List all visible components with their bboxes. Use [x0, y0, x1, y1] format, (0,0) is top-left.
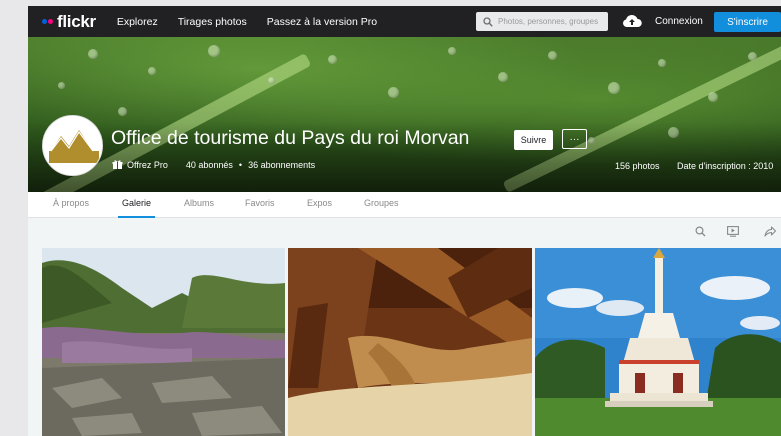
- more-options-button[interactable]: ···: [562, 129, 587, 149]
- gift-pro-link[interactable]: Offrez Pro: [127, 160, 168, 170]
- join-date: Date d'inscription : 2010: [677, 161, 774, 171]
- photo-wooden-beams: [288, 248, 532, 436]
- water-drop: [498, 72, 508, 82]
- search-box[interactable]: [476, 12, 608, 31]
- water-drop: [748, 52, 757, 61]
- signup-button[interactable]: S'inscrire: [714, 12, 781, 32]
- flickr-logo[interactable]: flickr: [42, 12, 96, 32]
- search-icon: [483, 16, 493, 27]
- profile-tabs: À propos Galerie Albums Favoris Expos Gr…: [28, 192, 781, 218]
- photo-stupa: [535, 248, 781, 436]
- water-drop: [708, 92, 718, 102]
- gift-icon[interactable]: [112, 159, 123, 170]
- tab-galleries[interactable]: Expos: [307, 192, 332, 218]
- slideshow-icon[interactable]: [727, 226, 739, 237]
- water-drop: [88, 49, 98, 59]
- profile-avatar[interactable]: [42, 115, 103, 176]
- share-icon[interactable]: [764, 226, 776, 237]
- water-drop: [328, 55, 337, 64]
- tab-albums[interactable]: Albums: [184, 192, 214, 218]
- profile-name: Office de tourisme du Pays du roi Morvan: [111, 127, 470, 149]
- water-drop: [118, 107, 127, 116]
- tourism-office-logo: [43, 116, 102, 175]
- water-drop: [58, 82, 65, 89]
- profile-meta: Offrez Pro 40 abonnés • 36 abonnements: [112, 159, 315, 170]
- water-drop: [548, 51, 557, 60]
- water-drop: [148, 67, 156, 75]
- gallery-photo[interactable]: [288, 248, 532, 436]
- flickr-page: flickr Explorez Tirages photos Passez à …: [28, 6, 781, 436]
- logo-pink-dot: [48, 19, 53, 24]
- nav-prints[interactable]: Tirages photos: [178, 16, 247, 28]
- tab-groups[interactable]: Groupes: [364, 192, 399, 218]
- water-drop: [658, 59, 666, 67]
- photo-heathland: [42, 248, 285, 436]
- upload-cloud-icon[interactable]: [622, 14, 642, 28]
- meta-separator: •: [238, 159, 243, 170]
- gallery-photo[interactable]: [42, 248, 285, 436]
- nav-upgrade-pro[interactable]: Passez à la version Pro: [267, 16, 377, 28]
- search-input[interactable]: [498, 17, 608, 26]
- follow-button[interactable]: Suivre: [514, 130, 553, 150]
- top-navigation-bar: flickr Explorez Tirages photos Passez à …: [28, 6, 781, 37]
- tab-gallery[interactable]: Galerie: [117, 192, 156, 218]
- photo-count: 156 photos: [615, 161, 660, 171]
- following-count[interactable]: 36 abonnements: [248, 160, 315, 170]
- main-nav: Explorez Tirages photos Passez à la vers…: [117, 16, 397, 28]
- tab-about[interactable]: À propos: [53, 192, 89, 218]
- login-link[interactable]: Connexion: [655, 16, 703, 27]
- water-drop: [448, 47, 456, 55]
- search-icon[interactable]: [695, 226, 706, 237]
- logo-text: flickr: [57, 11, 96, 31]
- water-drop: [268, 77, 275, 84]
- water-drop: [388, 87, 399, 98]
- logo-blue-dot: [42, 19, 47, 24]
- tab-favorites[interactable]: Favoris: [245, 192, 275, 218]
- gallery-photo[interactable]: [535, 248, 781, 436]
- water-drop: [208, 45, 220, 57]
- followers-count[interactable]: 40 abonnés: [186, 160, 233, 170]
- nav-explore[interactable]: Explorez: [117, 16, 158, 28]
- water-drop: [608, 82, 620, 94]
